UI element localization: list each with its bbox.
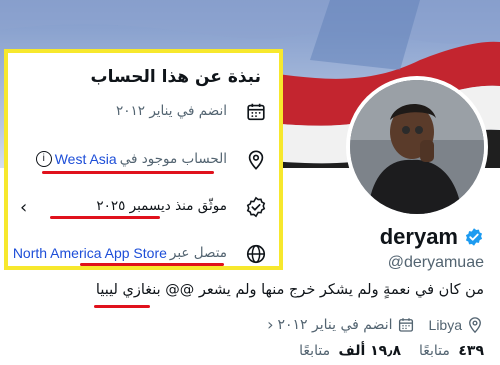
about-joined-text: انضم في يناير ٢٠١٢ — [116, 103, 227, 119]
about-row-connected: متصل عبر North America App Store — [8, 235, 279, 275]
bio-text: من كان في نعمةٍ ولم يشكر خرج منها ولم يش… — [165, 282, 484, 298]
followers-count: ١٩٫٨ ألف — [338, 343, 401, 359]
chevron-left-icon: ‹ — [267, 315, 274, 334]
about-verified-text: موثّق منذ ديسمبر ٢٠٢٥ — [96, 198, 227, 214]
joined-item[interactable]: انضم في يناير ٢٠١٢ ‹ — [267, 315, 414, 334]
chevron-left-icon[interactable]: ‹ — [20, 197, 27, 218]
calendar-icon — [247, 103, 265, 121]
followers-link[interactable]: ١٩٫٨ ألف متابعًا — [299, 343, 401, 359]
display-name-row: deryam — [380, 224, 484, 250]
about-row-verified[interactable]: موثّق منذ ديسمبر ٢٠٢٥ ‹ — [8, 188, 279, 228]
user-handle: @deryamuae — [387, 254, 484, 271]
avatar-photo — [350, 80, 484, 214]
profile-meta-row: Libya انضم في يناير ٢٠١٢ ‹ — [267, 315, 484, 334]
calendar-icon — [398, 317, 413, 332]
location-pin-icon — [469, 316, 481, 333]
verified-check-icon — [246, 196, 266, 218]
verified-badge-icon[interactable] — [464, 227, 484, 247]
red-annotation-underline — [50, 216, 160, 219]
about-account-card: نبذة عن هذا الحساب انضم في يناير ٢٠١٢ ال… — [4, 49, 283, 270]
profile-bio: من كان في نعمةٍ ولم يشكر خرج منها ولم يش… — [96, 282, 484, 298]
info-icon[interactable]: i — [35, 151, 52, 167]
about-title: نبذة عن هذا الحساب — [90, 67, 261, 87]
about-row-location: الحساب موجود في West Asia i — [8, 141, 279, 181]
red-annotation-underline — [42, 171, 214, 174]
follow-stats: ٤٣٩ متابعًا ١٩٫٨ ألف متابعًا — [299, 343, 484, 359]
location-item: Libya — [429, 316, 484, 334]
about-location-prefix: الحساب موجود في — [119, 151, 227, 167]
location-text: Libya — [428, 316, 462, 333]
about-connected-prefix: متصل عبر — [169, 245, 227, 261]
following-link[interactable]: ٤٣٩ متابعًا — [419, 343, 484, 359]
location-pin-icon — [248, 150, 264, 170]
red-annotation-underline — [80, 263, 224, 266]
globe-icon — [246, 244, 266, 264]
followers-label: متابعًا — [299, 343, 331, 359]
following-count: ٤٣٩ — [458, 343, 484, 359]
avatar[interactable] — [346, 76, 488, 218]
display-name: deryam — [379, 224, 458, 249]
bio-location: بنغازي ليبيا — [95, 282, 161, 298]
joined-text: انضم في يناير ٢٠١٢ — [277, 316, 393, 333]
about-location-value[interactable]: West Asia — [55, 151, 117, 167]
following-label: متابعًا — [419, 343, 450, 359]
about-row-joined: انضم في يناير ٢٠١٢ — [8, 93, 279, 133]
red-annotation-underline — [94, 305, 150, 308]
about-connected-value[interactable]: North America App Store — [13, 245, 167, 261]
